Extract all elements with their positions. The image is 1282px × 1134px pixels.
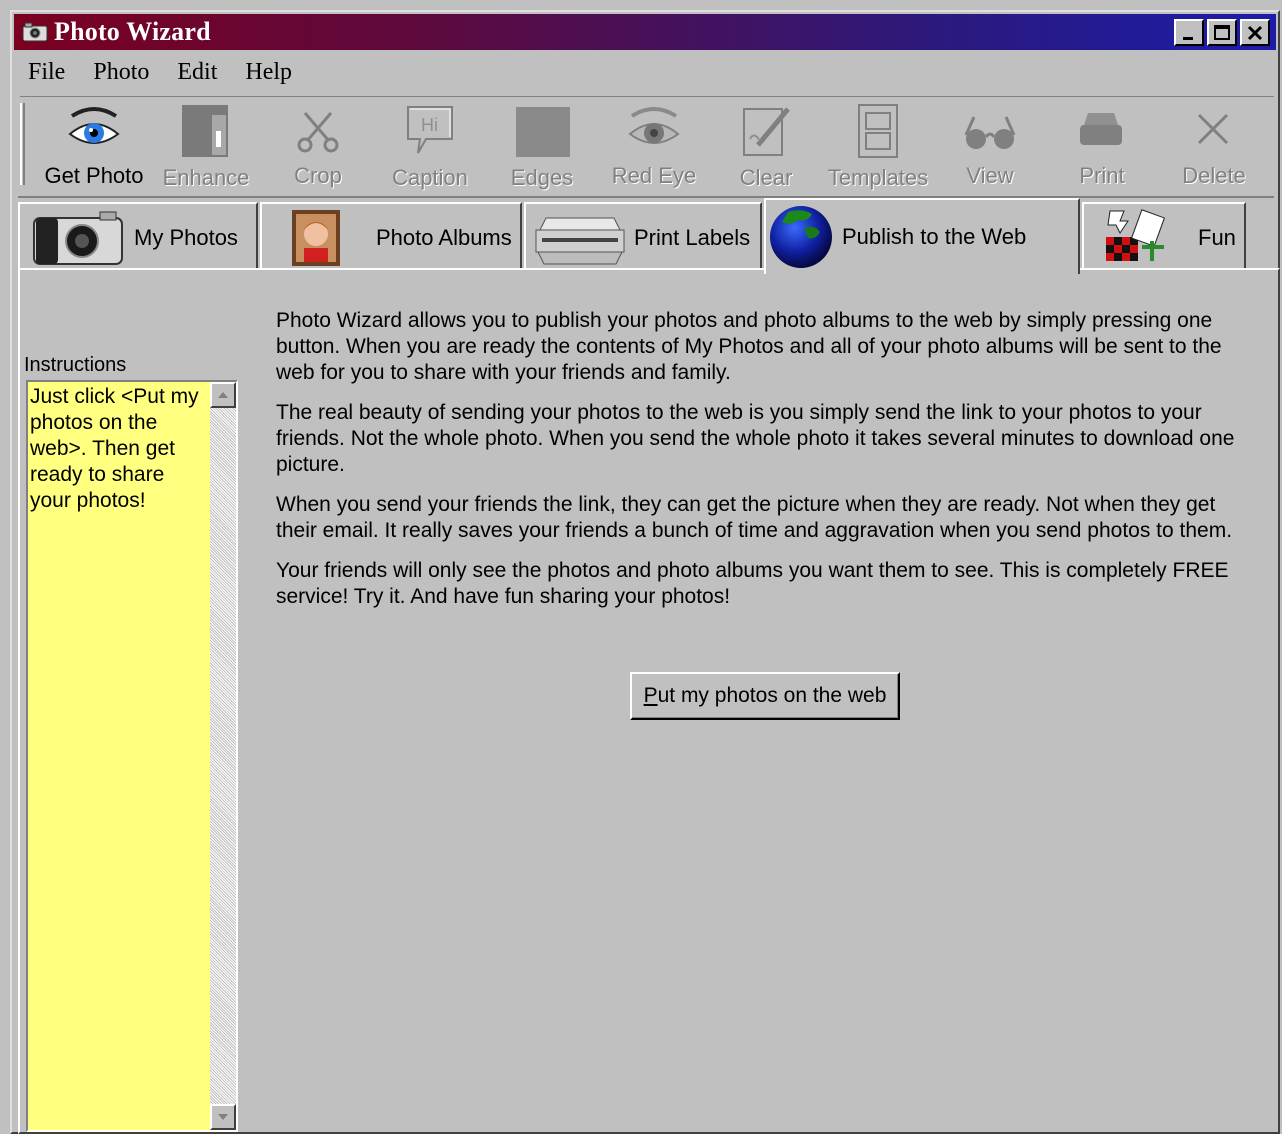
put-photos-on-web-button[interactable]: Put my photos on the web [630, 672, 900, 720]
minimize-icon [1183, 36, 1193, 40]
portrait-icon [292, 210, 340, 266]
tool-label: Get Photo [44, 163, 144, 188]
paragraph: Your friends will only see the photos an… [276, 559, 1229, 608]
red-eye-icon [628, 107, 680, 144]
clear-icon [743, 107, 790, 156]
menu-bar: File Photo Edit Help [14, 54, 1276, 90]
paragraph: When you send your friends the link, the… [276, 493, 1233, 542]
tab-photo-albums[interactable]: Photo Albums [260, 202, 522, 272]
scissors-icon [297, 112, 339, 153]
tab-label: Print Labels [634, 225, 751, 250]
tab-my-photos[interactable]: My Photos [18, 202, 258, 272]
tool-label: Templates [827, 165, 929, 190]
instructions-text: Just click <Put my photos on the web>. T… [30, 385, 199, 512]
inkjet-printer-icon [535, 217, 625, 265]
tool-label: Delete [1182, 163, 1246, 188]
tool-label: Enhance [162, 165, 250, 190]
paragraph: Photo Wizard allows you to publish your … [276, 309, 1222, 384]
toolbar: Get Photo Enhance Crop Hi Caption Edges … [20, 96, 1274, 192]
tab-fun[interactable]: Fun [1082, 202, 1246, 272]
speech-bubble-icon: Hi [407, 106, 453, 154]
printer-icon [1080, 113, 1122, 145]
tab-label: Publish to the Web [842, 224, 1027, 249]
close-icon [1247, 25, 1263, 40]
red-eye-button[interactable]: Red Eye [598, 101, 710, 189]
arrow-down-icon [218, 1114, 228, 1120]
view-button[interactable]: View [934, 101, 1046, 189]
crop-button[interactable]: Crop [262, 101, 374, 189]
enhance-icon [182, 105, 228, 157]
eye-icon [68, 107, 120, 144]
minimize-button[interactable] [1174, 19, 1204, 46]
maximize-icon [1214, 24, 1230, 40]
tool-label: Crop [294, 163, 342, 188]
templates-button[interactable]: Templates [822, 101, 934, 190]
menu-file[interactable]: File [28, 59, 65, 86]
menu-photo[interactable]: Photo [93, 59, 149, 86]
title-bar[interactable]: Photo Wizard [14, 14, 1276, 50]
tab-label: Photo Albums [376, 225, 512, 250]
tool-label: Red Eye [611, 163, 697, 188]
menu-edit[interactable]: Edit [177, 59, 217, 86]
edges-button[interactable]: Edges [486, 101, 598, 190]
button-label: Put my photos on the web [643, 684, 887, 707]
edges-icon [516, 107, 570, 157]
clear-button[interactable]: Clear [710, 101, 822, 190]
camera-icon [33, 211, 123, 265]
app-camera-icon [22, 22, 48, 42]
tab-print-labels[interactable]: Print Labels [524, 202, 762, 272]
templates-icon [858, 104, 898, 158]
maximize-button[interactable] [1207, 19, 1237, 46]
tab-publish-to-the-web[interactable]: Publish to the Web [764, 198, 1080, 274]
window-controls [1174, 19, 1270, 46]
tab-label: Fun [1198, 225, 1236, 250]
photo-wizard-window: Photo Wizard File Photo Edit Help Get Ph… [10, 10, 1280, 1134]
globe-icon [770, 206, 832, 268]
menu-help[interactable]: Help [245, 59, 292, 86]
paragraph: The real beauty of sending your photos t… [276, 401, 1235, 476]
publish-panel: Instructions Just click <Put my photos o… [18, 268, 1280, 1134]
delete-button[interactable]: Delete [1158, 101, 1270, 189]
instructions-box[interactable]: Just click <Put my photos on the web>. T… [26, 380, 238, 1132]
tab-strip: My Photos Photo Albums Print Labels Publ… [18, 196, 1274, 274]
checkerboard-fun-icon [1106, 209, 1166, 261]
tool-label: Print [1079, 163, 1125, 188]
tool-label: View [966, 163, 1014, 188]
publish-description: Photo Wizard allows you to publish your … [276, 308, 1256, 624]
scroll-down-button[interactable] [210, 1104, 236, 1130]
svg-text:Hi: Hi [421, 115, 438, 135]
instructions-label: Instructions [24, 354, 127, 376]
tool-label: Clear [739, 165, 793, 190]
close-button[interactable] [1240, 19, 1270, 46]
get-photo-button[interactable]: Get Photo [38, 101, 150, 189]
tab-label: My Photos [134, 225, 238, 250]
glasses-icon [964, 116, 1016, 149]
scroll-up-button[interactable] [210, 382, 236, 408]
delete-icon [1197, 113, 1229, 145]
window-title: Photo Wizard [54, 17, 211, 46]
enhance-button[interactable]: Enhance [150, 101, 262, 190]
print-button[interactable]: Print [1046, 101, 1158, 189]
caption-button[interactable]: Hi Caption [374, 101, 486, 190]
toolbar-grip[interactable] [20, 103, 25, 185]
tool-label: Caption [392, 165, 468, 190]
arrow-up-icon [218, 392, 228, 398]
tool-label: Edges [510, 165, 574, 190]
instructions-scrollbar[interactable] [210, 382, 236, 1130]
